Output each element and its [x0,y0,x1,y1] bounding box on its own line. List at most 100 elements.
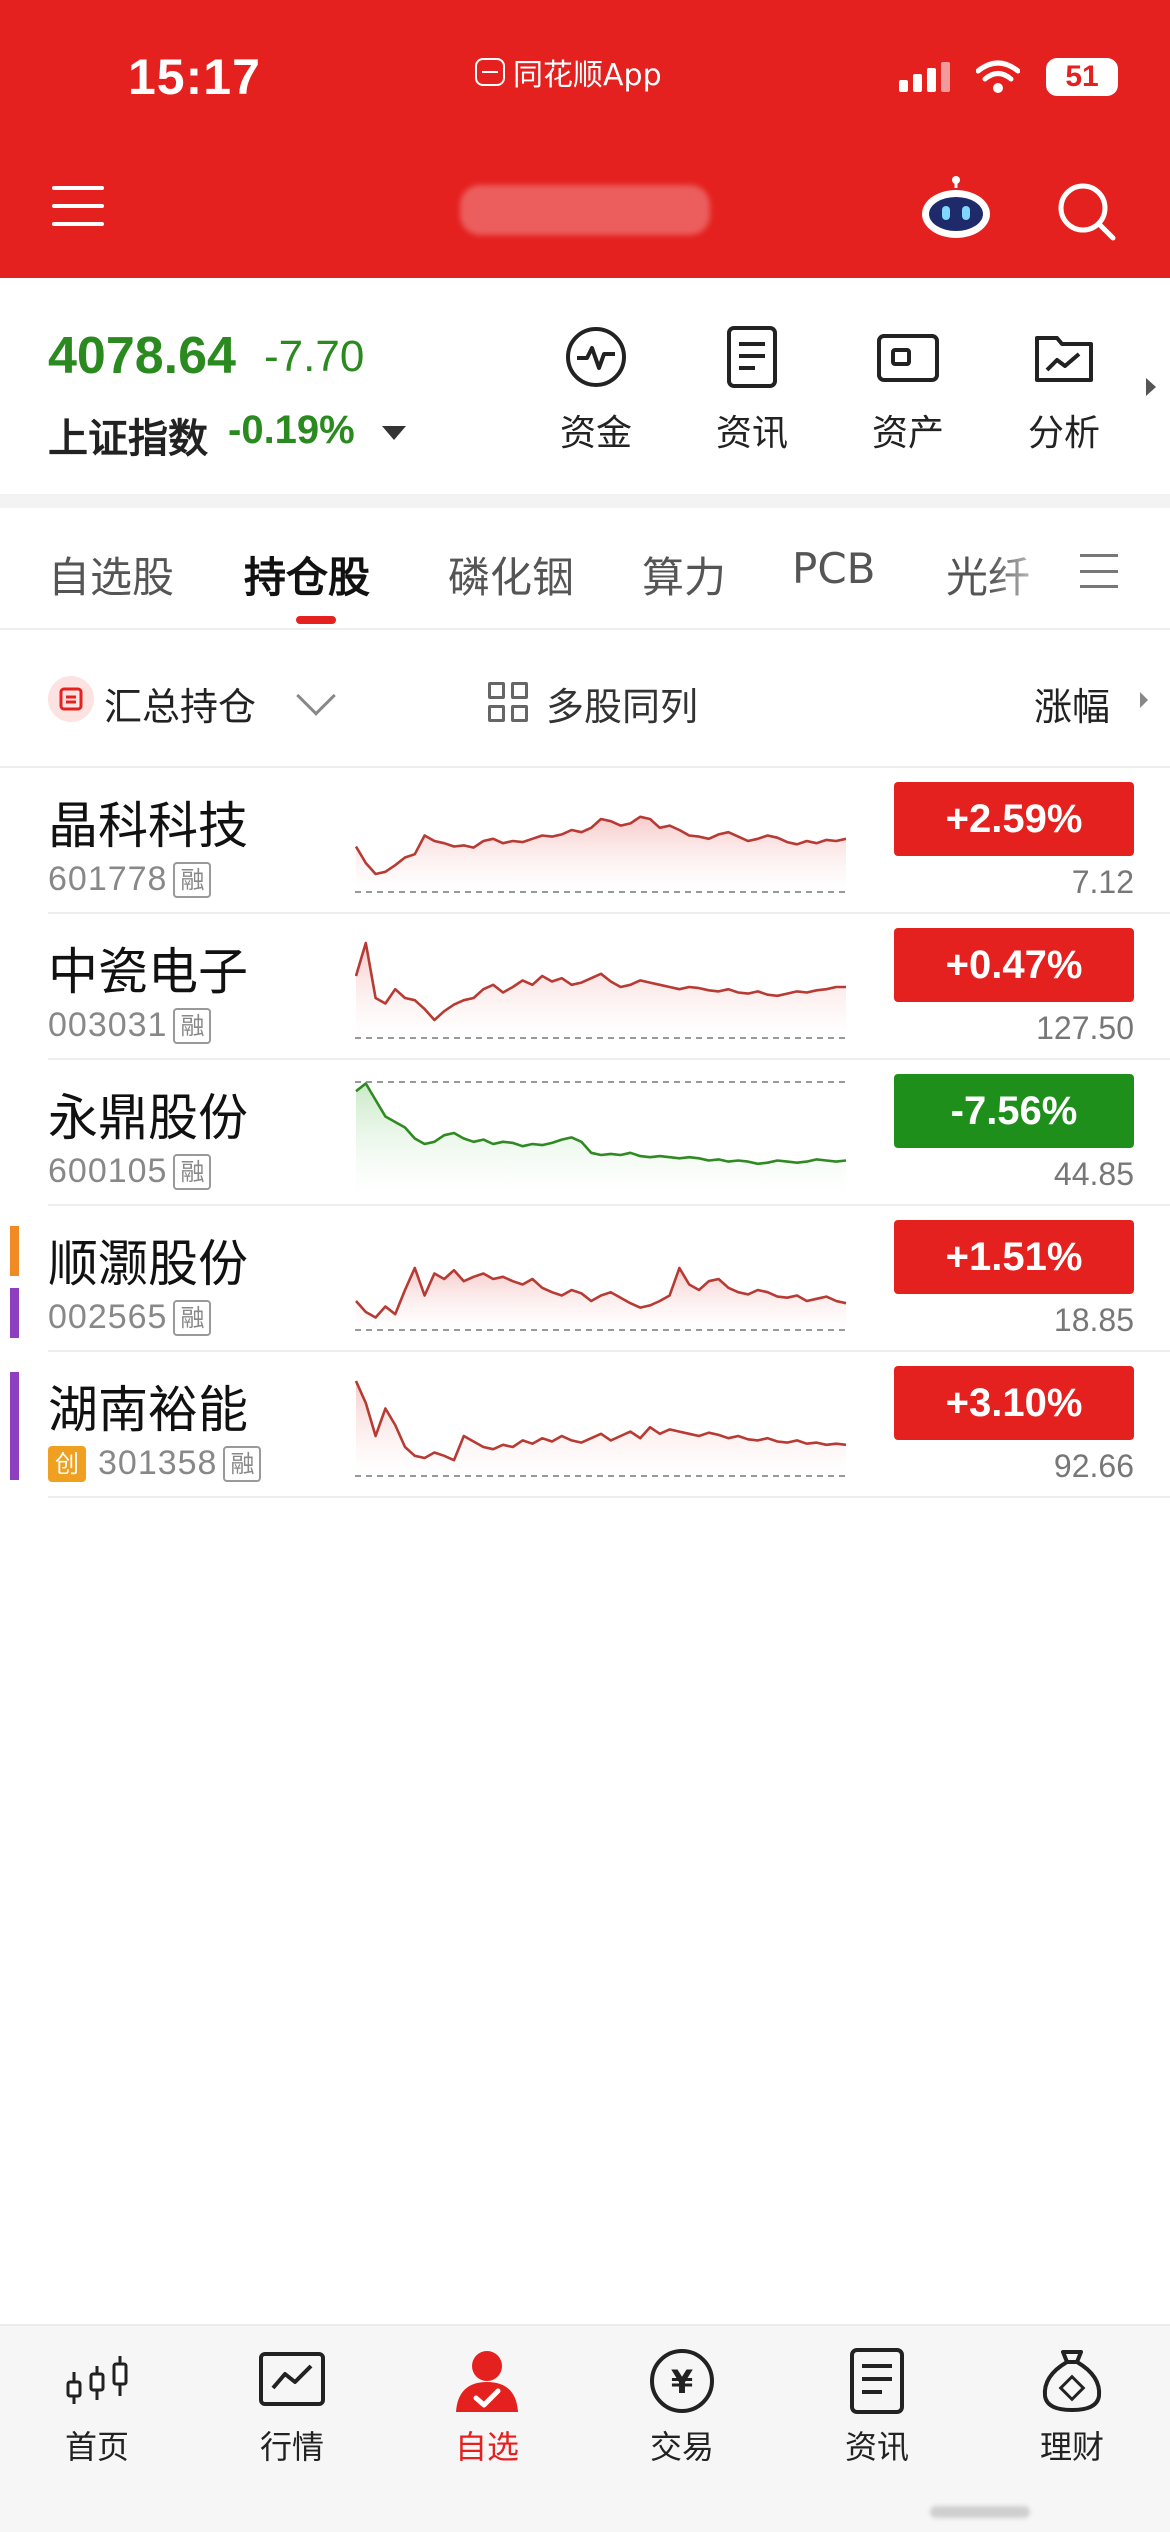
home-indicator [930,2506,1030,2518]
index-summary[interactable]: 4078.64 -7.70 上证指数 -0.19% 资金 资讯 资产 分析 [0,278,1170,500]
wallet-icon [877,334,939,382]
intraday-sparkline [355,1081,847,1196]
wifi-icon [976,60,1020,93]
intraday-sparkline [355,941,847,1039]
more-actions-arrow-icon[interactable] [1146,378,1156,396]
sparkline-area [356,816,846,892]
list-toolbar: 汇总持仓 多股同列 涨幅 [0,630,1170,768]
holdings-summary-label[interactable]: 汇总持仓 [104,676,256,731]
index-name: 上证指数 [48,416,208,462]
nav-home[interactable]: 首页 [17,2346,177,2468]
margin-tag: 融 [173,861,212,898]
market-chart-icon [259,2352,325,2406]
stock-code: 301358 [98,1444,218,1482]
stock-code-line: 003031 融 [48,1006,212,1045]
tab-pcb[interactable]: PCB [792,544,875,593]
stock-code: 002565 [48,1298,168,1336]
status-app-name: 同花顺App [513,58,662,93]
nav-label: 资讯 [844,2428,909,2466]
row-divider [48,1496,1170,1498]
active-tab-indicator [296,616,336,624]
index-change: -7.70 [264,332,365,381]
quick-action-news[interactable]: 资讯 [682,324,822,456]
stock-code: 600105 [48,1152,168,1190]
quick-action-funds[interactable]: 资金 [526,324,666,456]
margin-tag: 融 [173,1299,212,1336]
quick-action-label: 分析 [1027,413,1100,454]
intraday-sparkline [355,815,847,893]
status-icons: 51 [899,58,1118,96]
stock-price: 7.12 [1071,864,1134,900]
sort-arrow-icon[interactable] [1140,692,1148,708]
stock-price: 127.50 [1036,1010,1134,1046]
watchlist-tabs: 自选股 持仓股 磷化铟 算力 PCB 光纤 [0,508,1170,630]
bottom-navigation: 首页 行情 自选 ¥ 交易 资讯 理财 [0,2324,1170,2532]
stock-code-line: 600105 融 [48,1152,212,1191]
nav-watchlist[interactable]: 自选 [407,2346,567,2468]
tab-self-selected[interactable]: 自选股 [48,544,174,605]
yuan-coin-icon: ¥ [650,2349,714,2413]
stock-name: 湖南裕能 [48,1381,248,1439]
battery-indicator: 51 [1046,58,1118,96]
change-percent-badge[interactable]: +2.59% [894,782,1134,856]
nav-wealth[interactable]: 理财 [992,2346,1152,2468]
app-logo-icon [475,58,505,86]
stock-row[interactable]: 湖南裕能创 301358 融 +3.10% 92.66 [0,1352,1170,1498]
tab-holdings[interactable]: 持仓股 [244,544,370,605]
change-percent-badge[interactable]: -7.56% [894,1074,1134,1148]
nav-news[interactable]: 资讯 [797,2346,957,2468]
stock-row[interactable]: 永鼎股份 600105 融 -7.56% 44.85 [0,1060,1170,1206]
assistant-robot-icon[interactable] [920,176,992,240]
quick-action-analysis[interactable]: 分析 [994,324,1134,456]
stock-price: 44.85 [1053,1156,1134,1192]
holdings-summary-icon[interactable] [48,676,94,722]
stock-name: 顺灏股份 [48,1235,248,1293]
stock-code: 601778 [48,860,168,898]
stock-name: 晶科科技 [48,797,248,855]
search-icon[interactable] [1055,180,1117,242]
document-icon [727,326,777,388]
stock-row[interactable]: 顺灏股份 002565 融 +1.51% 18.85 [0,1206,1170,1352]
nav-trade[interactable]: ¥ 交易 [602,2346,762,2468]
stock-code-line: 601778 融 [48,860,212,899]
chevron-down-icon[interactable] [296,676,336,716]
grid-icon[interactable] [488,682,528,722]
watchlist-user-icon [456,2351,518,2412]
stock-price: 18.85 [1053,1302,1134,1338]
change-percent-badge[interactable]: +1.51% [894,1220,1134,1294]
margin-tag: 融 [173,1153,212,1190]
news-document-icon [850,2348,904,2414]
multi-stock-view-button[interactable]: 多股同列 [546,676,698,731]
index-dropdown-icon[interactable] [382,426,406,440]
tab-indium-phosphide[interactable]: 磷化铟 [448,544,574,605]
stock-code: 003031 [48,1006,168,1044]
nav-label: 行情 [259,2428,324,2466]
nav-label: 首页 [64,2428,129,2466]
app-header: 15:17 同花顺App 51 [0,0,1170,278]
quick-action-assets[interactable]: 资产 [838,324,978,456]
index-value: 4078.64 [48,327,236,385]
change-percent-badge[interactable]: +3.10% [894,1366,1134,1440]
tab-fade [990,528,1060,618]
menu-icon[interactable] [52,186,104,226]
stock-row[interactable]: 中瓷电子 003031 融 +0.47% 127.50 [0,914,1170,1060]
money-bag-icon [1042,2350,1102,2412]
quick-action-label: 资金 [559,413,632,454]
quick-action-label: 资产 [871,413,944,454]
nav-label: 理财 [1039,2428,1104,2466]
stock-name: 中瓷电子 [48,943,248,1001]
pulse-circle-icon [566,327,626,387]
sort-by-change-button[interactable]: 涨幅 [1034,676,1110,731]
tab-computing-power[interactable]: 算力 [642,544,726,605]
board-tag: 创 [48,1445,86,1482]
stock-row[interactable]: 晶科科技 601778 融 +2.59% 7.12 [0,768,1170,914]
stock-code-line: 创 301358 融 [48,1444,262,1483]
quick-action-label: 资讯 [715,413,788,454]
tab-menu-icon[interactable] [1080,554,1118,588]
analysis-folder-icon [1035,336,1093,382]
candlestick-icon [66,2356,128,2404]
nav-market[interactable]: 行情 [212,2346,372,2468]
change-percent-badge[interactable]: +0.47% [894,928,1134,1002]
blurred-title [460,185,710,235]
stock-code-line: 002565 融 [48,1298,212,1337]
